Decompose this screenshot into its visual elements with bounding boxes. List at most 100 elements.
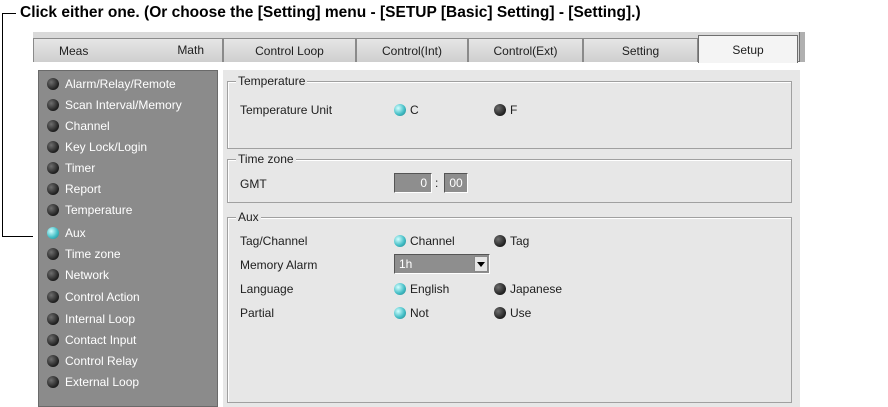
sidebar-item-label: External Loop (65, 374, 140, 389)
sidebar-item-label: Channel (65, 118, 110, 133)
sidebar-item-label: Aux (65, 225, 86, 240)
radio-label: C (410, 103, 419, 117)
sidebar-item-control-relay[interactable]: Control Relay (39, 350, 219, 371)
tab-control-ext[interactable]: Control(Ext) (468, 38, 583, 62)
partial-label: Partial (240, 306, 275, 320)
gmt-minutes-input[interactable]: 00 (444, 173, 468, 193)
indicator-icon (47, 203, 59, 216)
gmt-separator: : (435, 176, 439, 190)
tab-control-loop-label: Control Loop (255, 43, 324, 58)
radio-off-icon (494, 235, 506, 247)
radio-on-icon (394, 283, 406, 295)
radio-on-icon (394, 307, 406, 319)
callout-line-top (2, 13, 16, 14)
sidebar-item-label: Internal Loop (65, 311, 136, 326)
sidebar-item-alarm-relay-remote[interactable]: Alarm/Relay/Remote (39, 73, 219, 94)
sidebar-item-label: Temperature (65, 202, 133, 217)
sidebar-item-label: Key Lock/Login (65, 139, 148, 154)
timezone-group: Time zone GMT 0 : 00 (227, 152, 792, 203)
tab-bar-edge (799, 32, 805, 62)
chevron-down-icon[interactable] (474, 256, 488, 272)
tab-setup-label: Setup (732, 42, 764, 57)
content-panel: Temperature Temperature Unit C F Time zo… (223, 70, 800, 407)
sidebar-item-label: Alarm/Relay/Remote (65, 76, 176, 91)
sidebar-item-label: Network (65, 267, 110, 282)
radio-on-icon (394, 104, 406, 116)
radio-on-icon (394, 235, 406, 247)
sidebar: Alarm/Relay/Remote Scan Interval/Memory … (38, 70, 218, 407)
sidebar-item-external-loop[interactable]: External Loop (39, 371, 219, 392)
language-english-radio[interactable]: English (394, 282, 449, 296)
radio-label: Channel (410, 234, 455, 248)
partial-not-radio[interactable]: Not (394, 306, 429, 320)
language-japanese-radio[interactable]: Japanese (494, 282, 562, 296)
sidebar-item-scan-interval-memory[interactable]: Scan Interval/Memory (39, 94, 219, 115)
indicator-icon (47, 333, 59, 346)
indicator-icon (47, 226, 59, 239)
sidebar-item-report[interactable]: Report (39, 178, 219, 199)
radio-label: Tag (510, 234, 530, 248)
temperature-unit-label: Temperature Unit (240, 103, 333, 117)
tab-control-ext-label: Control(Ext) (493, 43, 558, 58)
indicator-icon (47, 119, 59, 132)
sidebar-item-aux[interactable]: Aux (39, 222, 219, 243)
sidebar-item-control-action[interactable]: Control Action (39, 286, 219, 307)
setup-window: Meas Math Control Loop Control(Int) Cont… (33, 32, 805, 407)
timezone-group-title: Time zone (236, 152, 296, 166)
radio-off-icon (494, 307, 506, 319)
indicator-icon (47, 140, 59, 153)
sidebar-item-temperature[interactable]: Temperature (39, 199, 219, 220)
aux-group: Aux Tag/Channel Channel Tag Memory Alarm… (227, 210, 792, 403)
radio-off-icon (494, 283, 506, 295)
memory-alarm-value: 1h (399, 257, 413, 271)
radio-off-icon (494, 104, 506, 116)
indicator-icon (47, 98, 59, 111)
tab-setting-label: Setting (621, 43, 660, 58)
memory-alarm-select[interactable]: 1h (394, 254, 490, 274)
indicator-icon (47, 375, 59, 388)
sidebar-item-internal-loop[interactable]: Internal Loop (39, 308, 219, 329)
sidebar-item-time-zone[interactable]: Time zone (39, 243, 219, 264)
tag-channel-label: Tag/Channel (240, 234, 308, 248)
temperature-unit-c-radio[interactable]: C (394, 103, 419, 117)
radio-label: Use (510, 306, 532, 320)
radio-label: Not (410, 306, 429, 320)
indicator-icon (47, 268, 59, 281)
sidebar-item-timer[interactable]: Timer (39, 157, 219, 178)
language-label: Language (240, 282, 294, 296)
tag-channel-channel-radio[interactable]: Channel (394, 234, 455, 248)
tab-control-int[interactable]: Control(Int) (356, 38, 468, 62)
indicator-icon (47, 312, 59, 325)
sidebar-item-channel[interactable]: Channel (39, 115, 219, 136)
indicator-icon (47, 182, 59, 195)
sidebar-item-label: Scan Interval/Memory (65, 97, 182, 112)
indicator-icon (47, 354, 59, 367)
tab-setting[interactable]: Setting (583, 38, 698, 62)
tab-math-label[interactable]: Math (177, 43, 204, 57)
aux-group-title: Aux (236, 210, 261, 224)
radio-label: Japanese (510, 282, 563, 296)
indicator-icon (47, 161, 59, 174)
callout-line-vertical (2, 13, 3, 237)
tab-meas-math[interactable]: Meas Math (33, 38, 223, 62)
radio-label: F (510, 103, 518, 117)
temperature-unit-f-radio[interactable]: F (494, 103, 517, 117)
indicator-icon (47, 247, 59, 260)
indicator-icon (47, 290, 59, 303)
sidebar-item-key-lock-login[interactable]: Key Lock/Login (39, 136, 219, 157)
sidebar-item-label: Time zone (65, 246, 121, 261)
gmt-hours-input[interactable]: 0 (394, 173, 432, 193)
tab-setup[interactable]: Setup (698, 35, 798, 63)
tab-meas-label[interactable]: Meas (59, 44, 88, 58)
temperature-group: Temperature Temperature Unit C F (227, 74, 792, 149)
sidebar-item-label: Control Relay (65, 353, 138, 368)
partial-use-radio[interactable]: Use (494, 306, 531, 320)
sidebar-item-label: Timer (65, 160, 96, 175)
tag-channel-tag-radio[interactable]: Tag (494, 234, 529, 248)
sidebar-item-network[interactable]: Network (39, 264, 219, 285)
gmt-label: GMT (240, 177, 267, 191)
tab-control-loop[interactable]: Control Loop (223, 38, 356, 62)
tab-control-int-label: Control(Int) (381, 43, 443, 58)
sidebar-item-contact-input[interactable]: Contact Input (39, 329, 219, 350)
temperature-group-title: Temperature (236, 74, 308, 88)
